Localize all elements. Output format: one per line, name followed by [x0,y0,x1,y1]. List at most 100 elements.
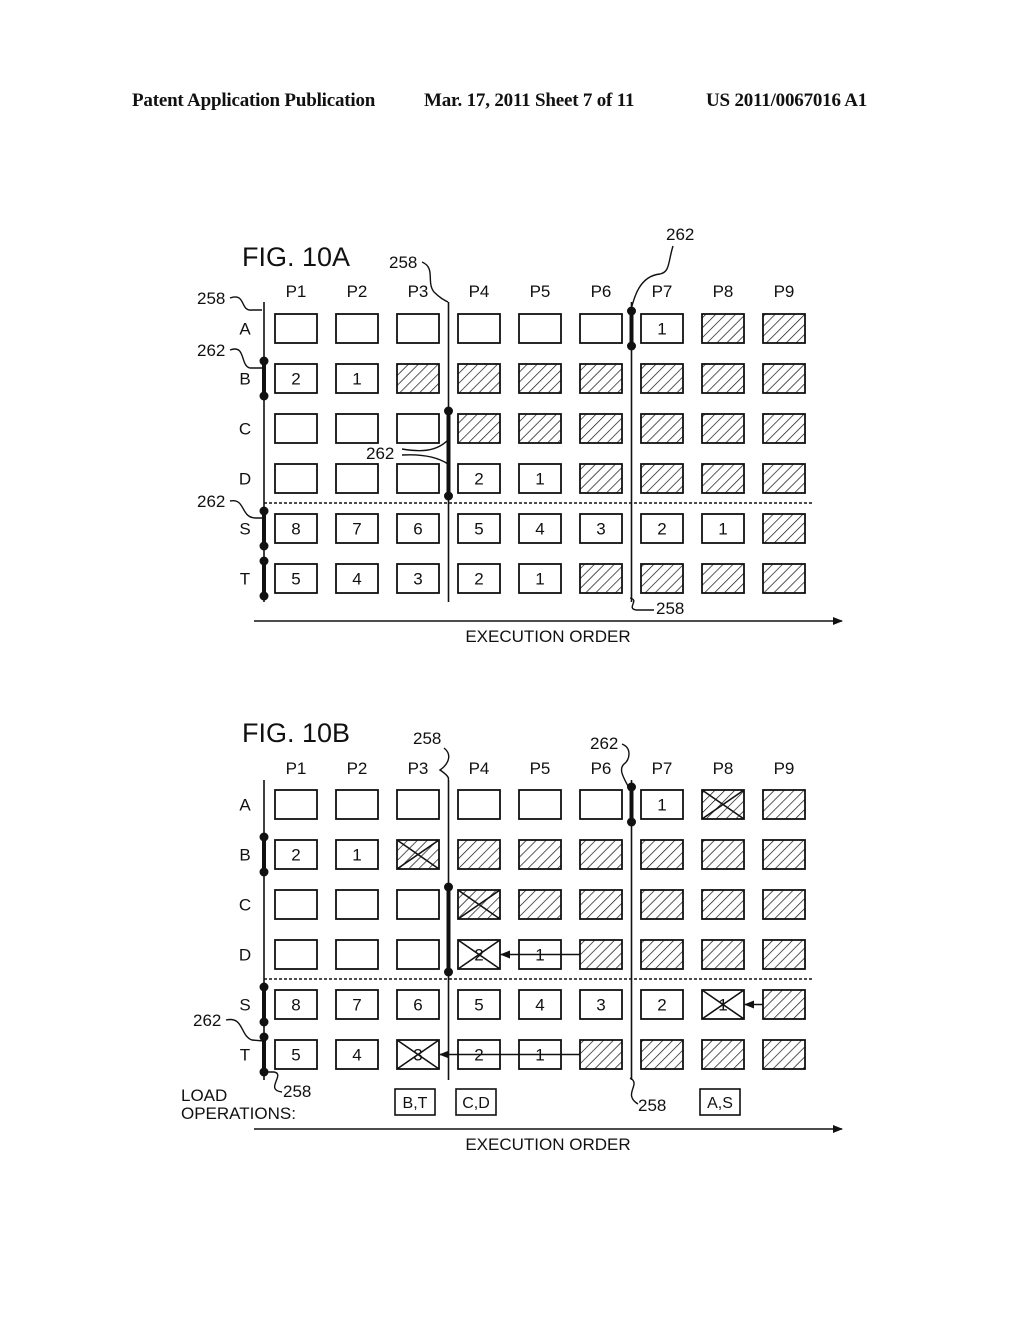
completed-cell [396,363,440,394]
task-cell: 7 [335,513,379,544]
load-operation-box: A,S [699,1088,741,1116]
dependency-dot [627,817,636,827]
task-cell [579,1039,623,1070]
dependency-dot [259,867,269,877]
task-cell [518,363,562,394]
completed-cell [579,413,623,444]
dependency-dot [444,882,453,892]
cell-number: 3 [596,520,605,539]
task-cell [640,839,684,870]
completed-cell [518,363,562,394]
cell-number: 4 [535,520,544,539]
task-cell [579,789,623,820]
task-cell [640,563,684,594]
task-cell: 2 [274,363,318,394]
load-operation-label: B,T [403,1095,428,1112]
task-cell: 1 [640,313,684,344]
task-cell [579,363,623,394]
task-cell [762,1039,806,1070]
column-header-p9: P9 [774,759,795,778]
cell-box [274,313,318,344]
cell-box [335,413,379,444]
task-cell [762,513,806,544]
row-label-b: B [239,370,250,389]
row-label-c: C [239,896,251,915]
cell-box [335,463,379,494]
column-header-p5: P5 [530,759,551,778]
column-header-p2: P2 [347,282,368,301]
task-cell [396,313,440,344]
dependency-dot [627,341,636,351]
task-cell [762,413,806,444]
task-cell [274,939,318,970]
task-cell [457,889,501,920]
task-cell [762,463,806,494]
row-label-a: A [239,320,251,339]
dependency-dot [259,982,269,992]
task-cell [640,463,684,494]
task-cell [701,413,745,444]
load-operation-label: A,S [707,1095,733,1112]
cell-number: 2 [657,996,666,1015]
completed-cell [579,939,623,970]
dependency-dot [259,541,269,551]
cell-box [274,789,318,820]
column-header-p5: P5 [530,282,551,301]
completed-cell [518,889,562,920]
task-cell [396,789,440,820]
task-cell: 5 [457,989,501,1020]
column-header-p9: P9 [774,282,795,301]
task-cell: 4 [518,513,562,544]
task-cell [396,939,440,970]
completed-cell [457,363,501,394]
task-cell [701,939,745,970]
completed-cell [762,313,806,344]
task-cell: 3 [396,563,440,594]
task-cell: 4 [518,989,562,1020]
dependency-dot [259,391,269,401]
ref-label: 258 [656,599,684,618]
column-header-p4: P4 [469,759,490,778]
cell-number: 2 [474,570,483,589]
cell-box [396,889,440,920]
completed-cell [518,839,562,870]
task-cell [762,939,806,970]
column-header-p6: P6 [591,759,612,778]
task-cell [701,313,745,344]
load-operations-label: OPERATIONS: [181,1104,296,1123]
task-cell [274,313,318,344]
task-cell [762,363,806,394]
cell-box [396,939,440,970]
load-operations-label: LOAD [181,1086,227,1105]
task-cell: 1 [701,989,745,1020]
task-cell [762,313,806,344]
figure-10a: FIG. 10A P1 P2 P3 P4 P5 P6 P7 P8 P9 A B C D S T 1 2 1 2 1 8 7… [197,225,843,646]
load-operation-box: C,D [455,1088,497,1116]
completed-cell [701,313,745,344]
dependency-dot [259,556,269,566]
dependency-dot [444,491,453,501]
task-cell [335,889,379,920]
cell-box [579,789,623,820]
ref-label: 258 [283,1082,311,1101]
task-cell: 5 [457,513,501,544]
completed-cell [640,1039,684,1070]
task-cell: 2 [274,839,318,870]
cell-number: 1 [657,320,666,339]
completed-cell [762,463,806,494]
completed-cell [579,1039,623,1070]
column-header-p8: P8 [713,282,734,301]
task-cell: 7 [335,989,379,1020]
cell-number: 7 [352,520,361,539]
task-cell [762,989,806,1020]
task-cell [579,839,623,870]
completed-cell [640,363,684,394]
figure-title: FIG. 10B [242,718,350,748]
cell-number: 4 [352,570,361,589]
completed-cell [640,939,684,970]
completed-cell [701,939,745,970]
cell-number: 1 [352,370,361,389]
task-cell: 3 [396,1039,440,1070]
cell-number: 1 [352,846,361,865]
ref-label: 262 [193,1011,221,1030]
